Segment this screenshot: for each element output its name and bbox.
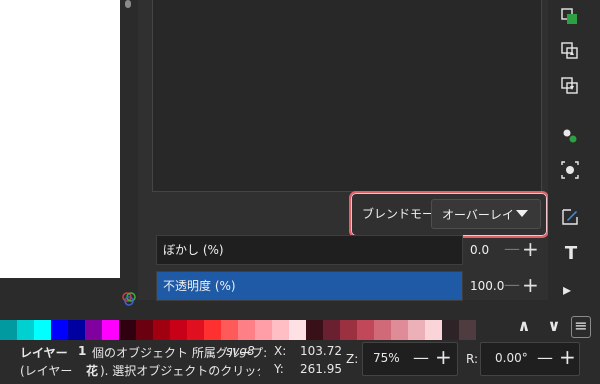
group-objects-icon[interactable] — [561, 127, 579, 145]
palette-menu-button[interactable]: ≡ — [571, 316, 591, 338]
palette-swatch[interactable] — [289, 320, 306, 340]
dropdown-arrow-icon — [516, 210, 528, 217]
rotate-cw-button[interactable]: + — [559, 345, 576, 369]
cursor-x-value: 103.72 — [300, 344, 342, 358]
palette-swatch[interactable] — [255, 320, 272, 340]
status-bar: レイヤー 1 個のオブジェクト 所属グループ: svg8 (レイヤー 花 ). … — [0, 340, 600, 384]
palette-swatch[interactable] — [340, 320, 357, 340]
color-palette — [0, 320, 510, 340]
rotate-ccw-button[interactable]: — — [537, 348, 553, 367]
palette-swatch[interactable] — [323, 320, 340, 340]
opacity-slider-row: 不透明度 (%) 100.0 — + — [156, 271, 542, 301]
blend-mode-dropdown[interactable]: オーバーレイ — [431, 199, 541, 229]
palette-scroll-down-button[interactable]: ∨ — [546, 316, 562, 338]
palette-swatch[interactable] — [374, 320, 391, 340]
blur-decrease-button[interactable]: — — [504, 235, 520, 263]
palette-swatch[interactable] — [187, 320, 204, 340]
palette-swatch[interactable] — [0, 320, 17, 340]
vertical-scrollbar-thumb[interactable] — [125, 0, 131, 8]
palette-swatch[interactable] — [408, 320, 425, 340]
palette-swatch[interactable] — [102, 320, 119, 340]
palette-swatch[interactable] — [391, 320, 408, 340]
palette-swatch[interactable] — [68, 320, 85, 340]
palette-swatch[interactable] — [272, 320, 289, 340]
status-layer-name: 1 — [78, 344, 87, 358]
opacity-label: 不透明度 (%) — [163, 279, 236, 293]
lower-icon[interactable] — [561, 77, 579, 95]
expand-toolbar-icon[interactable]: ▸ — [563, 280, 577, 300]
palette-swatch[interactable] — [85, 320, 102, 340]
text-tool-icon[interactable]: T — [562, 243, 580, 265]
opacity-decrease-button[interactable]: — — [504, 271, 520, 299]
zoom-in-button[interactable]: + — [435, 345, 452, 369]
palette-swatch[interactable] — [170, 320, 187, 340]
blur-increase-button[interactable]: + — [522, 235, 539, 263]
edit-pen-icon[interactable] — [561, 208, 579, 226]
palette-swatch[interactable] — [17, 320, 34, 340]
opacity-value[interactable]: 100.0 — [470, 272, 504, 300]
raise-to-top-icon[interactable] — [561, 8, 579, 26]
palette-swatch[interactable] — [442, 320, 459, 340]
rotation-value: 0.00° — [495, 351, 528, 365]
zoom-value: 75% — [373, 351, 400, 365]
blur-slider[interactable]: ぼかし (%) — [156, 235, 463, 265]
palette-swatch[interactable] — [357, 320, 374, 340]
zoom-field[interactable]: 75% — + — [362, 342, 458, 376]
zoom-label: Z: — [346, 352, 359, 366]
filter-preview-area — [152, 0, 542, 192]
palette-scroll-up-button[interactable]: ∧ — [516, 316, 532, 338]
raise-icon[interactable] — [561, 42, 579, 60]
rotation-label: R: — [466, 352, 479, 366]
color-management-icon[interactable] — [120, 290, 138, 308]
blur-slider-row: ぼかし (%) 0.0 — + — [156, 235, 542, 265]
cursor-y-label: Y: — [274, 362, 284, 376]
status-line2-prefix: (レイヤー — [20, 364, 73, 378]
select-object-icon[interactable] — [561, 161, 579, 179]
status-line2-bold: 花 — [86, 364, 99, 378]
opacity-slider[interactable]: 不透明度 (%) — [156, 271, 463, 301]
status-layer-prefix: レイヤー — [20, 346, 68, 360]
rotation-field[interactable]: 0.00° — + — [480, 342, 580, 376]
horizontal-scrollbar[interactable] — [0, 278, 120, 288]
palette-swatch[interactable] — [221, 320, 238, 340]
palette-swatch[interactable] — [34, 320, 51, 340]
palette-swatch[interactable] — [153, 320, 170, 340]
blur-value[interactable]: 0.0 — [470, 236, 489, 264]
opacity-increase-button[interactable]: + — [522, 271, 539, 299]
cursor-x-label: X: — [274, 344, 287, 358]
palette-swatch[interactable] — [51, 320, 68, 340]
palette-swatch[interactable] — [459, 320, 476, 340]
palette-swatch[interactable] — [425, 320, 442, 340]
zoom-out-button[interactable]: — — [413, 348, 429, 367]
vertical-scrollbar[interactable] — [120, 0, 136, 288]
palette-swatch[interactable] — [204, 320, 221, 340]
cursor-y-value: 261.95 — [300, 362, 342, 376]
palette-swatch[interactable] — [119, 320, 136, 340]
palette-swatch[interactable] — [306, 320, 323, 340]
blend-mode-value: オーバーレイ — [442, 207, 514, 222]
status-line2-rest: ). 選択オブジェクトのクリックで拡大… — [100, 364, 260, 378]
palette-swatch[interactable] — [136, 320, 153, 340]
drawing-canvas[interactable] — [0, 0, 120, 278]
status-group-name: svg8 — [226, 344, 255, 358]
blur-label: ぼかし (%) — [163, 243, 224, 257]
palette-swatch[interactable] — [238, 320, 255, 340]
